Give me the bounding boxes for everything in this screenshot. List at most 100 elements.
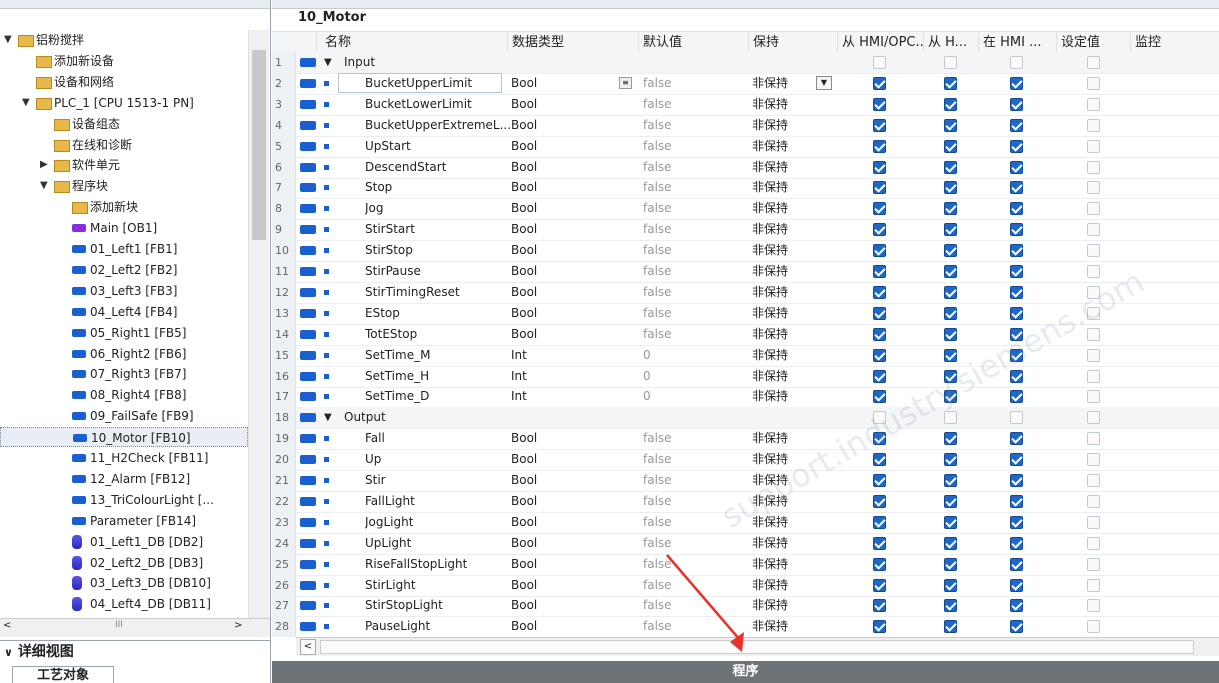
tree-item-label: PLC_1 [CPU 1513-1 PN]: [54, 95, 194, 110]
fb-icon: [72, 495, 86, 504]
tree-item[interactable]: 13_TriColourLight [...: [0, 490, 248, 510]
tree-item[interactable]: 12_Alarm [FB12]: [0, 469, 248, 489]
tree-item-label: 01_Left1 [FB1]: [90, 242, 178, 256]
plc-icon: [36, 97, 52, 110]
block-interface-editor: 10_Motor 名称 数据类型 默认值 保持从 HMI/OPC... 从 H... 在 …: [272, 0, 1219, 683]
software-units-icon: [54, 160, 70, 173]
scroll-left-icon[interactable]: <: [3, 620, 11, 631]
scrollbar-thumb[interactable]: [252, 50, 266, 240]
tree-item[interactable]: 09_FailSafe [FB9]: [0, 406, 248, 426]
tree-item-label: 09_FailSafe [FB9]: [90, 409, 194, 424]
db-icon: [72, 555, 82, 570]
annotation-arrow-icon: [666, 554, 744, 652]
tree-item-label: 在线和诊断: [72, 137, 133, 152]
db-icon: [72, 576, 82, 591]
tree-item-label: Main [OB1]: [90, 221, 158, 236]
expand-down-icon[interactable]: ▼: [40, 176, 50, 196]
tech-objects-tab[interactable]: 工艺对象: [12, 666, 114, 683]
fb-icon: [72, 328, 86, 337]
tree-item-label: 设备组态: [72, 116, 121, 131]
ob-icon: [72, 224, 86, 233]
device-config-icon: [54, 118, 70, 131]
tree-item[interactable]: 02_Left2_DB [DB3]: [0, 553, 248, 573]
tree-item[interactable]: ▼ 铝粉搅拌: [0, 30, 248, 50]
tree-item[interactable]: Parameter [FB14]: [0, 511, 248, 531]
network-icon: [36, 76, 52, 89]
scroll-grip-label: III: [115, 620, 123, 630]
tree-item[interactable]: 03_Left3 [FB3]: [0, 281, 248, 301]
program-blocks-icon: [54, 181, 70, 194]
tree-item[interactable]: 06_Right2 [FB6]: [0, 344, 248, 364]
detail-view-header[interactable]: ∨ 详细视图: [0, 640, 270, 663]
project-tree-toolbar: [0, 0, 270, 9]
tree-item-label: 03_Left3 [FB3]: [90, 283, 178, 298]
tree-item[interactable]: ▼ 程序块: [0, 176, 248, 196]
add-device-icon: [36, 55, 52, 68]
fb-icon: [72, 265, 86, 274]
tree-item-label: Parameter [FB14]: [90, 513, 197, 528]
tree-item[interactable]: 02_Left2 [FB2]: [0, 260, 248, 280]
tree-item[interactable]: 04_Left4 [FB4]: [0, 302, 248, 322]
fb-icon: [72, 454, 86, 462]
tree-item[interactable]: 10_Motor [FB10]: [0, 427, 248, 448]
tree-item-label: 03_Left3_DB [DB10]: [90, 576, 211, 591]
tree-item[interactable]: Main [OB1]: [0, 218, 248, 238]
fb-icon: [72, 370, 86, 379]
db-icon: [72, 597, 82, 612]
project-icon: [18, 35, 34, 47]
tree-item[interactable]: ▶ 软件单元: [0, 155, 248, 175]
db-icon: [72, 534, 82, 549]
tree-item-label: 13_TriColourLight [...: [90, 492, 214, 507]
tree-item[interactable]: 11_H2Check [FB11]: [0, 448, 248, 468]
fb-icon: [72, 286, 86, 295]
tree-item-label: 铝粉搅拌: [36, 33, 85, 47]
tree-item[interactable]: ▼ PLC_1 [CPU 1513-1 PN]: [0, 93, 248, 113]
tree-item[interactable]: 设备和网络: [0, 72, 248, 92]
expand-down-icon[interactable]: ▼: [4, 30, 14, 50]
tree-item-label: 01_Left1_DB [DB2]: [90, 534, 204, 549]
project-tree-vertical-scrollbar[interactable]: [248, 30, 269, 618]
tree-item-label: 10_Motor [FB10]: [91, 431, 191, 446]
project-tree-panel: ▼ 铝粉搅拌 添加新设备 设备和网络 ▼ PLC_1 [CPU 1513-1 PN] 设备组…: [0, 0, 271, 683]
online-diagnostics-icon: [54, 139, 70, 152]
tree-item-label: 06_Right2 [FB6]: [90, 346, 187, 361]
tree-item-label: 04_Left4 [FB4]: [90, 304, 178, 319]
tree-item[interactable]: 08_Right4 [FB8]: [0, 385, 248, 405]
fb-icon: [72, 349, 86, 358]
tree-item-label: 04_Left4_DB [DB11]: [90, 597, 211, 612]
tree-item-label: 02_Left2 [FB2]: [90, 262, 178, 277]
tree-item-label: 07_Right3 [FB7]: [90, 367, 187, 382]
tree-item[interactable]: 01_Left1_DB [DB2]: [0, 532, 248, 552]
tree-item-label: 程序块: [72, 179, 109, 194]
tree-item[interactable]: 04_Left4_DB [DB11]: [0, 594, 248, 614]
expand-down-icon[interactable]: ▼: [22, 93, 32, 113]
tree-item[interactable]: 03_Left3_DB [DB10]: [0, 573, 248, 593]
chevron-down-icon[interactable]: ∨: [4, 646, 13, 659]
tree-item-label: 05_Right1 [FB5]: [90, 325, 187, 340]
fb-icon: [72, 412, 86, 421]
fb-icon: [72, 245, 86, 253]
tree-item[interactable]: 07_Right3 [FB7]: [0, 364, 248, 384]
project-tree: ▼ 铝粉搅拌 添加新设备 设备和网络 ▼ PLC_1 [CPU 1513-1 PN] 设备组…: [0, 30, 248, 618]
tree-item-label: 添加新设备: [54, 53, 115, 68]
project-tree-horizontal-scrollbar[interactable]: < III >: [0, 618, 270, 637]
fb-icon: [72, 516, 86, 525]
tree-item[interactable]: 在线和诊断: [0, 135, 248, 155]
fb-icon: [72, 391, 86, 400]
detail-view-title: 详细视图: [17, 644, 74, 660]
tree-item[interactable]: 设备组态: [0, 114, 248, 134]
tree-item[interactable]: 添加新块: [0, 197, 248, 217]
fb-icon: [73, 434, 87, 443]
tree-item[interactable]: 添加新设备: [0, 51, 248, 71]
tree-item[interactable]: 05_Right1 [FB5]: [0, 323, 248, 343]
tree-item[interactable]: 01_Left1 [FB1]: [0, 239, 248, 259]
tree-item-label: 08_Right4 [FB8]: [90, 388, 187, 403]
fb-icon: [72, 474, 86, 483]
tree-item-label: 添加新块: [90, 200, 139, 215]
scroll-right-icon[interactable]: >: [234, 620, 242, 631]
add-block-icon: [72, 202, 88, 215]
tree-item-label: 12_Alarm [FB12]: [90, 471, 191, 486]
tree-item-label: 11_H2Check [FB11]: [90, 451, 209, 465]
tree-item-label: 02_Left2_DB [DB3]: [90, 555, 204, 570]
expand-right-icon[interactable]: ▶: [40, 155, 50, 175]
